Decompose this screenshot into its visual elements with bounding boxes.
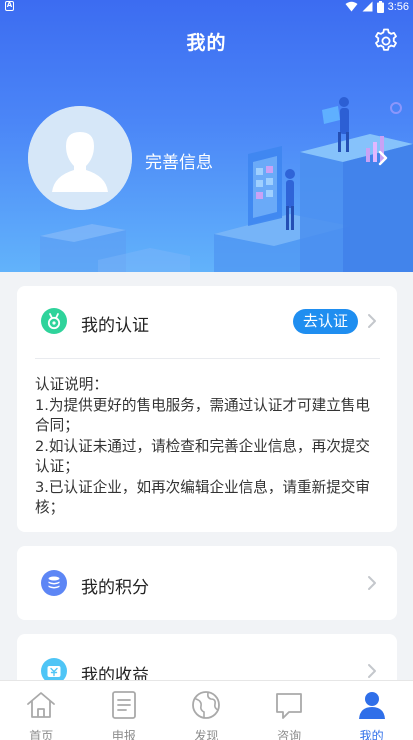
go-certify-button[interactable]: 去认证 xyxy=(293,309,359,334)
bottom-navigation: 首页 申报 发现 咨询 我的 xyxy=(0,680,413,740)
divider xyxy=(35,358,380,359)
my-certification-label: 我的认证 xyxy=(81,316,149,336)
description-line-2: 2.如认证未通过，请检查和完善企业信息，再次提交认证； xyxy=(35,437,370,476)
page-title: 我的 xyxy=(186,32,227,54)
description-line-3: 3.已认证企业，如再次编辑企业信息，请重新提交审核； xyxy=(35,478,370,517)
nav-label-consult: 咨询 xyxy=(277,729,302,740)
nav-label-mine: 我的 xyxy=(359,729,384,740)
declare-icon xyxy=(111,691,136,719)
battery-icon xyxy=(376,0,384,13)
nav-label-declare: 申报 xyxy=(111,729,136,740)
nav-label-home: 首页 xyxy=(29,729,54,740)
default-avatar-icon xyxy=(28,106,132,210)
chevron-right-icon xyxy=(368,576,376,590)
certification-medal-icon xyxy=(41,308,67,334)
chevron-right-icon[interactable] xyxy=(374,147,392,169)
nav-item-mine[interactable]: 我的 xyxy=(330,681,413,740)
chevron-right-icon xyxy=(368,314,376,328)
wifi-icon xyxy=(345,1,358,12)
nav-item-home[interactable]: 首页 xyxy=(0,681,83,740)
coins-icon xyxy=(41,570,67,596)
consult-chat-icon xyxy=(276,693,302,719)
my-points-label: 我的积分 xyxy=(81,578,149,598)
nav-item-declare[interactable]: 申报 xyxy=(83,681,166,740)
description-title: 认证说明： xyxy=(35,376,108,393)
notification-a-icon: A xyxy=(5,1,14,11)
chevron-right-icon xyxy=(368,664,376,678)
avatar[interactable] xyxy=(28,106,132,210)
nav-label-discover: 发现 xyxy=(194,729,219,740)
settings-gear-icon[interactable] xyxy=(372,27,400,55)
description-line-1: 1.为提供更好的售电服务，需通过认证才可建立售电合同； xyxy=(35,396,370,435)
status-bar: A 3:56 xyxy=(0,0,413,14)
my-points-row[interactable]: 我的积分 xyxy=(17,546,397,620)
complete-info-link[interactable]: 完善信息 xyxy=(145,148,213,173)
profile-header: A 3:56 我的 完善信息 xyxy=(0,0,413,272)
certification-description: 认证说明： 1.为提供更好的售电服务，需通过认证才可建立售电合同； 2.如认证未… xyxy=(35,375,380,519)
nav-item-discover[interactable]: 发现 xyxy=(165,681,248,740)
signal-icon xyxy=(362,1,373,12)
nav-item-consult[interactable]: 咨询 xyxy=(248,681,331,740)
status-time: 3:56 xyxy=(387,0,409,13)
my-certification-row[interactable]: 我的认证 去认证 xyxy=(17,286,397,358)
profile-icon xyxy=(358,692,385,719)
discover-globe-icon xyxy=(192,691,221,719)
certification-card: 我的认证 去认证 认证说明： 1.为提供更好的售电服务，需通过认证才可建立售电合… xyxy=(17,286,397,532)
home-icon xyxy=(27,692,56,718)
